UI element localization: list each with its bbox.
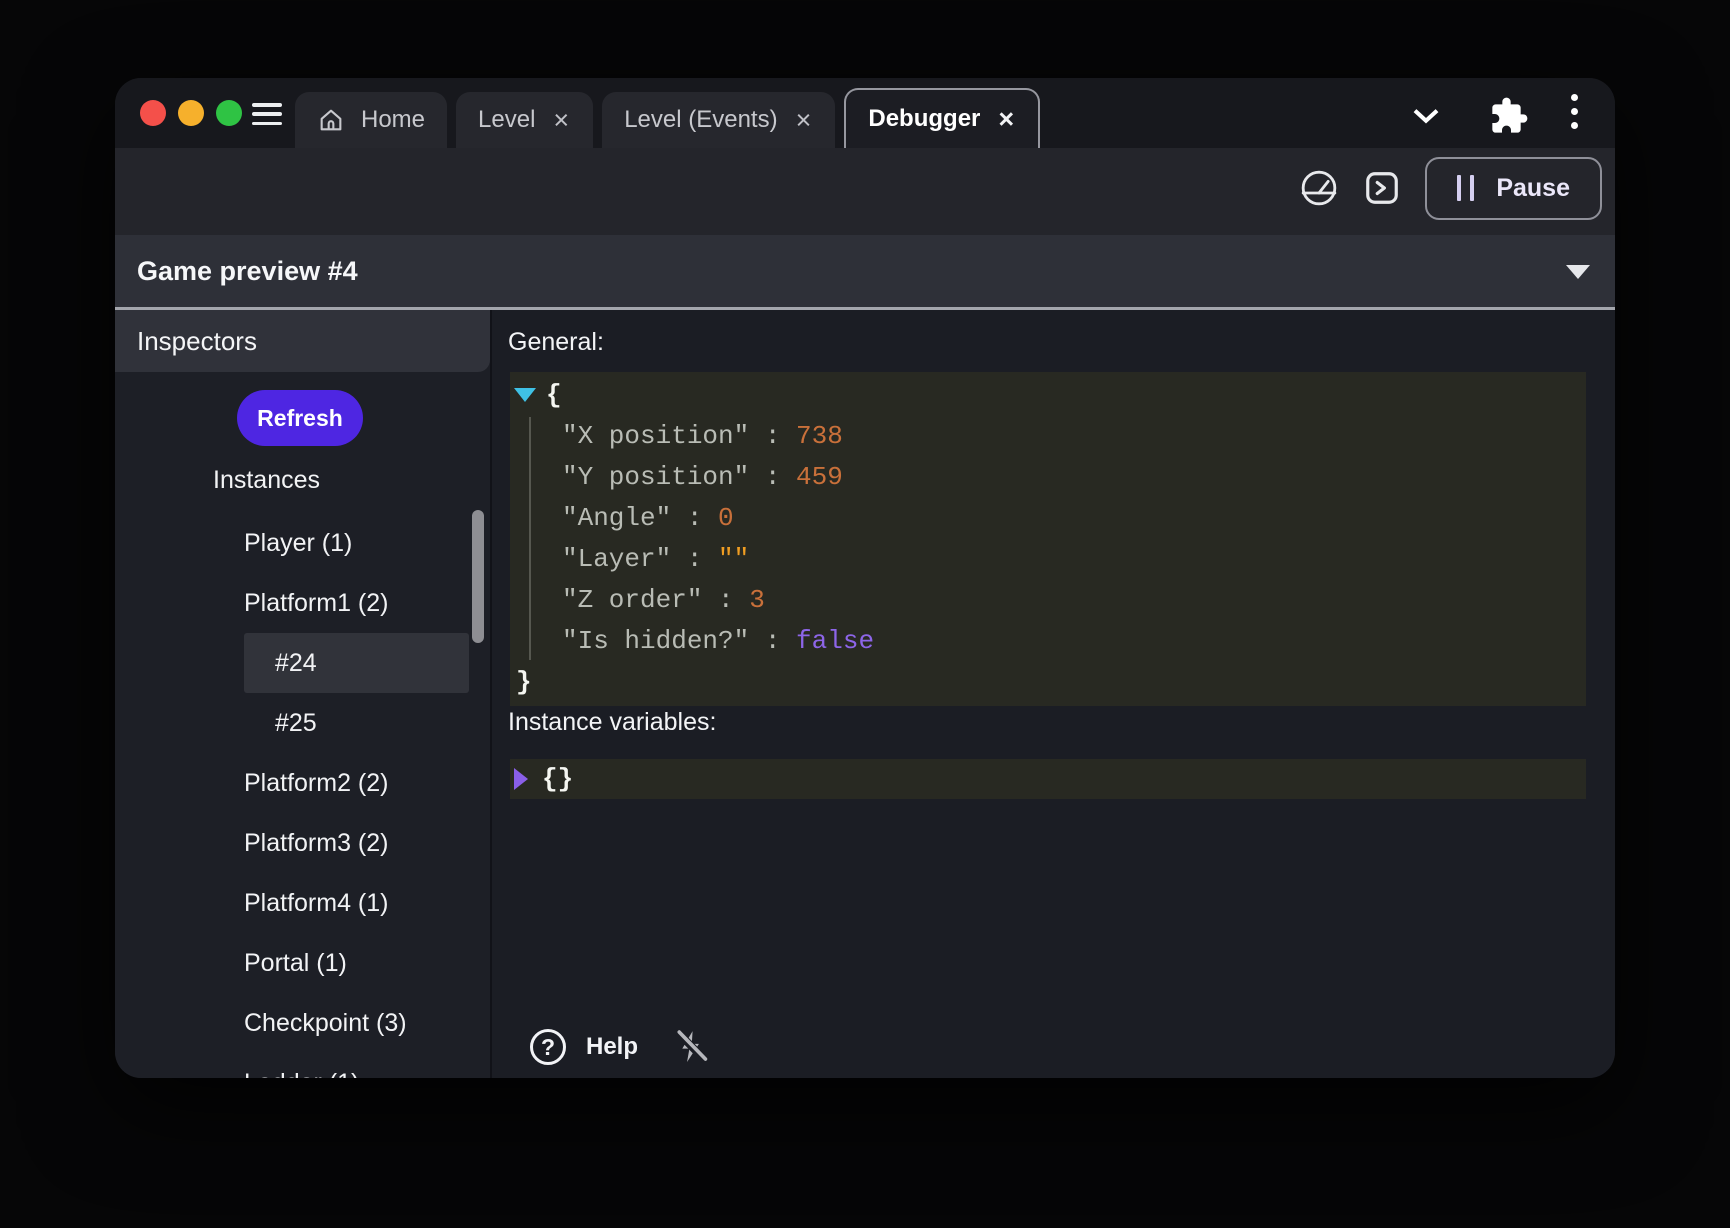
general-section-label: General: [508, 328, 604, 357]
tab-label: Level [478, 106, 535, 134]
tab-close-icon[interactable]: × [794, 107, 814, 134]
json-key: "Angle" [562, 503, 671, 533]
instance-tree-item-platform4-1[interactable]: Platform4 (1) [244, 873, 469, 933]
tab-home[interactable]: Home [295, 92, 447, 148]
expand-arrow-icon[interactable] [514, 768, 528, 790]
help-button-label: Help [586, 1033, 638, 1061]
home-icon [317, 106, 345, 134]
instance-tree-item-label: Platform1 (2) [244, 589, 388, 618]
instance-tree-item-label: Platform2 (2) [244, 769, 388, 798]
hamburger-menu-icon[interactable] [252, 103, 282, 125]
instance-tree-item-label: Checkpoint (3) [244, 1009, 407, 1038]
console-terminal-icon[interactable] [1363, 169, 1401, 207]
general-json-view: { "X position" : 738 "Y position" : 459 … [510, 372, 1586, 706]
instance-tree-item-platform2-2[interactable]: Platform2 (2) [244, 753, 469, 813]
pause-icon [1457, 175, 1474, 201]
collapse-arrow-icon[interactable] [514, 388, 536, 402]
tab-label: Home [361, 106, 425, 134]
instance-tree-item-portal-1[interactable]: Portal (1) [244, 933, 469, 993]
pause-button[interactable]: Pause [1425, 157, 1602, 220]
help-question-icon: ? [530, 1029, 566, 1065]
close-brace: } [516, 667, 532, 697]
instance-variables-view: {} [510, 759, 1586, 799]
tab-close-icon[interactable]: × [551, 107, 571, 134]
json-value: 0 [718, 503, 734, 533]
json-key: "Is hidden?" [562, 626, 749, 656]
json-key: "Layer" [562, 544, 671, 574]
json-key: "X position" [562, 421, 749, 451]
json-value: 3 [749, 585, 765, 615]
chevron-down-icon[interactable] [1407, 97, 1445, 135]
traffic-lights [140, 100, 242, 126]
json-key: "Y position" [562, 462, 749, 492]
instance-tree-item-label: Platform4 (1) [244, 889, 388, 918]
instance-tree-item-25[interactable]: #25 [244, 693, 469, 753]
json-property-row: "Z order" : 3 [510, 579, 1586, 620]
instances-section-label: Instances [213, 460, 320, 500]
help-button[interactable]: ? Help [530, 1029, 638, 1065]
json-value: 738 [796, 421, 843, 451]
json-property-row: "X position" : 738 [510, 415, 1586, 456]
app-window: Home Level × Level (Events) × Debugger ×… [115, 78, 1615, 1078]
json-property-row: "Is hidden?" : false [510, 620, 1586, 661]
instance-variables-label: Instance variables: [508, 708, 716, 737]
instance-tree-item-label: Platform3 (2) [244, 829, 388, 858]
tab-label: Debugger [868, 105, 980, 133]
tab-debugger[interactable]: Debugger × [844, 88, 1040, 148]
json-entries: "X position" : 738 "Y position" : 459 "A… [510, 415, 1586, 661]
json-property-row: "Y position" : 459 [510, 456, 1586, 497]
dropdown-caret-icon[interactable] [1566, 265, 1590, 279]
tab-level-events[interactable]: Level (Events) × [602, 92, 835, 148]
puzzle-extension-icon[interactable] [1489, 96, 1529, 136]
content-area: Inspectors Refresh Instances Player (1) … [115, 310, 1615, 1078]
more-options-kebab-icon[interactable] [1571, 94, 1578, 129]
game-preview-selector[interactable]: Game preview #4 [115, 235, 1615, 310]
game-preview-title: Game preview #4 [137, 235, 358, 307]
instances-tree: Player (1) Platform1 (2) #24 #25 Platfor… [244, 513, 469, 1078]
sidebar-scrollbar-thumb[interactable] [472, 510, 484, 643]
variables-empty-object: {} [542, 764, 573, 794]
zoom-window-button[interactable] [216, 100, 242, 126]
refresh-button[interactable]: Refresh [237, 390, 363, 446]
json-key: "Z order" [562, 585, 702, 615]
instance-tree-item-label: Portal (1) [244, 949, 347, 978]
profiler-gauge-icon[interactable] [1299, 168, 1339, 208]
inspector-detail-panel: General: { "X position" : 738 "Y positio… [492, 310, 1615, 1078]
close-window-button[interactable] [140, 100, 166, 126]
inspectors-sidebar: Inspectors Refresh Instances Player (1) … [115, 310, 490, 1078]
instance-tree-item-label: Ladder (1) [244, 1069, 359, 1079]
json-property-row: "Angle" : 0 [510, 497, 1586, 538]
json-value: false [796, 626, 874, 656]
tab-label: Level (Events) [624, 106, 777, 134]
instance-tree-item-label: Player (1) [244, 529, 352, 558]
json-value: 459 [796, 462, 843, 492]
instance-tree-item-label: #25 [275, 709, 317, 738]
inspectors-header: Inspectors [115, 310, 490, 372]
instance-tree-item-24[interactable]: #24 [244, 633, 469, 693]
instance-tree-item-label: #24 [275, 649, 317, 678]
json-property-row: "Layer" : "" [510, 538, 1586, 579]
tab-strip: Home Level × Level (Events) × Debugger × [295, 88, 1040, 148]
tree-guide-line [529, 417, 531, 660]
instance-tree-item-platform1-2[interactable]: Platform1 (2) [244, 573, 469, 633]
flash-off-icon[interactable] [672, 1028, 710, 1066]
instance-tree-item-player-1[interactable]: Player (1) [244, 513, 469, 573]
open-brace: { [546, 380, 562, 410]
instance-tree-item-platform3-2[interactable]: Platform3 (2) [244, 813, 469, 873]
json-value: "" [718, 544, 749, 574]
instance-tree-item-ladder-1[interactable]: Ladder (1) [244, 1053, 469, 1078]
pause-button-label: Pause [1496, 174, 1570, 203]
instance-tree-item-checkpoint-3[interactable]: Checkpoint (3) [244, 993, 469, 1053]
minimize-window-button[interactable] [178, 100, 204, 126]
tab-level[interactable]: Level × [456, 92, 593, 148]
tab-close-icon[interactable]: × [996, 106, 1016, 133]
title-bar: Home Level × Level (Events) × Debugger × [115, 78, 1615, 148]
debugger-toolbar: Pause [115, 148, 1615, 235]
